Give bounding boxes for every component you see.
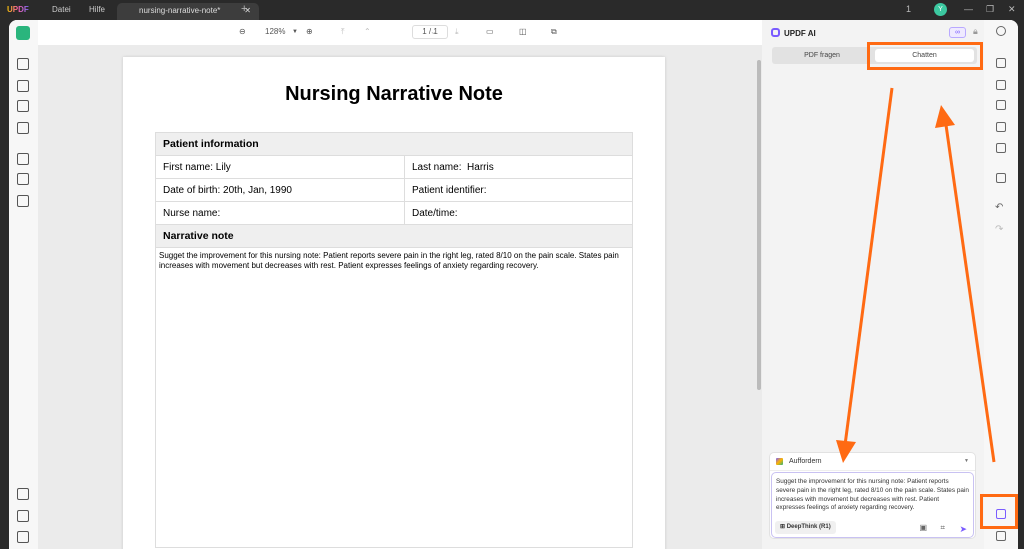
arrow-to-chatten	[944, 124, 996, 463]
arrow-to-input	[843, 87, 894, 446]
annotation-arrows	[836, 87, 996, 463]
arrow-head-down	[836, 440, 856, 463]
arrow-head-up	[935, 105, 955, 128]
